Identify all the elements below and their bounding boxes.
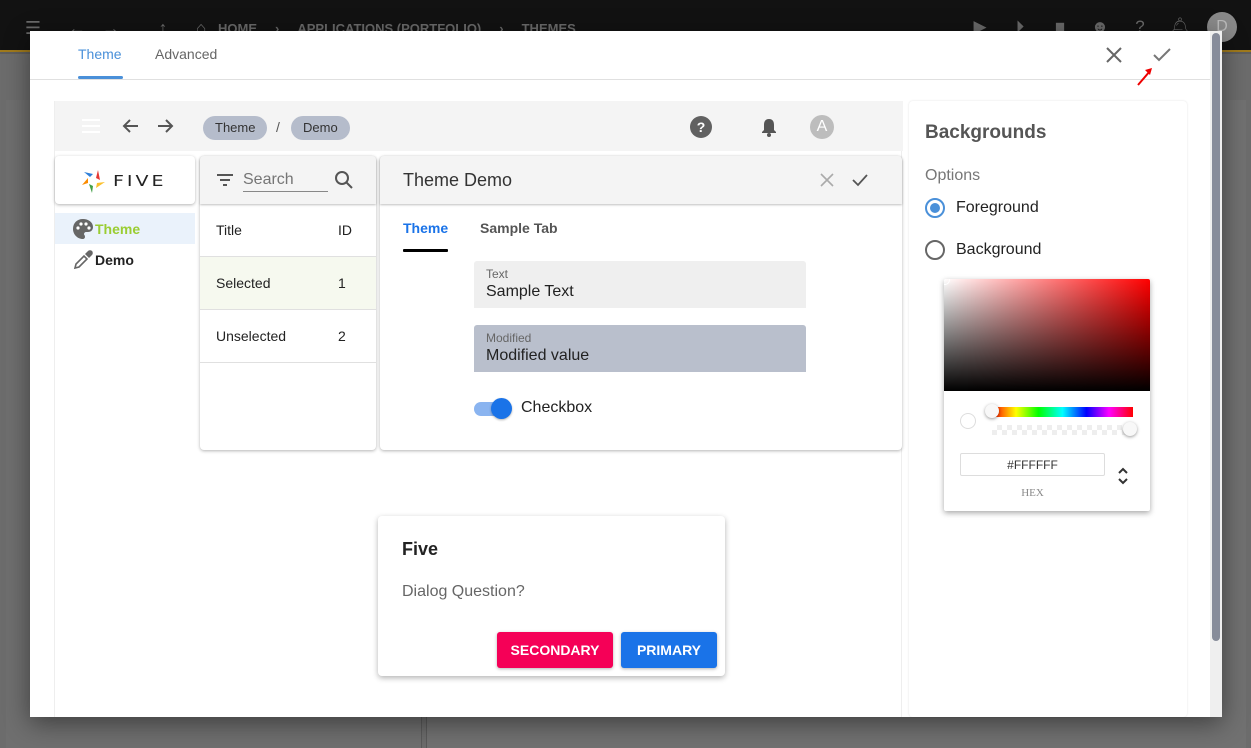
checkbox-toggle[interactable]: [474, 397, 512, 419]
list-column-header: Title ID: [200, 204, 376, 257]
help-icon[interactable]: ?: [690, 116, 712, 138]
menu-item-demo[interactable]: Demo: [55, 244, 195, 275]
menu-item-label: Theme: [95, 220, 141, 237]
radio-background[interactable]: Background: [925, 240, 1041, 260]
red-pointer-arrow-icon: [1137, 68, 1152, 86]
record-list-card: Title ID Selected 1 Unselected 2: [200, 156, 376, 450]
radio-label: Background: [956, 241, 1042, 258]
text-field[interactable]: Text Sample Text: [474, 261, 806, 308]
breadcrumb-separator: /: [276, 119, 280, 135]
radio-selected-icon[interactable]: [925, 198, 945, 218]
panel-title: Backgrounds: [925, 122, 1047, 143]
preview-top-bar: Theme / Demo ? A: [55, 101, 903, 151]
hue-slider[interactable]: [992, 407, 1133, 417]
sample-dialog: Five Dialog Question? SECONDARY PRIMARY: [378, 516, 725, 676]
dialog-message: Dialog Question?: [402, 583, 525, 600]
hue-slider-handle[interactable]: [985, 404, 999, 418]
saturation-area[interactable]: [944, 279, 1150, 391]
menu-item-label: Demo: [95, 251, 134, 268]
breadcrumb-chip-theme[interactable]: Theme: [203, 116, 268, 140]
cell-id: 1: [338, 275, 346, 291]
column-id[interactable]: ID: [338, 222, 352, 238]
tab-theme[interactable]: Theme: [78, 46, 122, 62]
toggle-label: Checkbox: [521, 399, 593, 416]
breadcrumb-chip-demo[interactable]: Demo: [291, 116, 350, 140]
primary-button[interactable]: PRIMARY: [621, 632, 717, 668]
form-tab-indicator: [403, 249, 448, 252]
list-header: [200, 156, 376, 204]
hex-mode-label: HEX: [1021, 487, 1044, 499]
forward-arrow-icon[interactable]: [155, 116, 175, 136]
cell-title: Unselected: [216, 328, 287, 344]
scrollbar-thumb[interactable]: [1212, 33, 1220, 641]
alpha-slider-handle[interactable]: [1123, 422, 1137, 436]
confirm-check-icon[interactable]: [1150, 43, 1174, 67]
cell-id: 2: [338, 328, 346, 344]
hamburger-menu-icon[interactable]: [81, 117, 101, 135]
radio-unselected-icon[interactable]: [925, 240, 945, 260]
modal-scrollbar[interactable]: [1210, 31, 1222, 717]
field-label: Text: [486, 267, 509, 281]
palette-icon: [73, 218, 93, 239]
options-label: Options: [925, 167, 981, 184]
theme-editor-modal: Theme Advanced Theme / Demo ? A FIVE The…: [30, 31, 1222, 717]
field-label: Modified: [486, 331, 532, 345]
form-card: Theme Demo Theme Sample Tab Text Sample …: [380, 156, 902, 450]
hex-input[interactable]: [960, 453, 1105, 476]
form-header: Theme Demo: [380, 156, 902, 204]
theme-preview: Theme / Demo ? A FIVE Theme Demo Search …: [54, 101, 903, 717]
tab-advanced[interactable]: Advanced: [155, 46, 217, 62]
notification-bell-icon[interactable]: [758, 116, 780, 138]
search-input[interactable]: [243, 168, 328, 192]
five-logo-mark-icon: [82, 170, 105, 193]
close-icon[interactable]: [1102, 43, 1126, 67]
filter-icon[interactable]: [215, 170, 235, 190]
five-logo: FIVE: [81, 168, 167, 194]
modal-tab-bar: Theme Advanced: [30, 31, 1210, 86]
color-preview-swatch: [960, 413, 976, 429]
mode-toggle-chevrons-icon[interactable]: [1116, 465, 1130, 487]
cell-title: Selected: [216, 275, 271, 291]
modified-field[interactable]: Modified Modified value: [474, 325, 806, 372]
list-row-selected[interactable]: Selected 1: [200, 257, 376, 310]
back-arrow-icon[interactable]: [121, 116, 141, 136]
form-tab-theme[interactable]: Theme: [403, 220, 448, 236]
alpha-slider[interactable]: [992, 425, 1133, 435]
confirm-check-icon[interactable]: [850, 170, 870, 190]
field-value: Sample Text: [486, 283, 574, 300]
radio-label: Foreground: [956, 199, 1039, 216]
column-title[interactable]: Title: [216, 222, 242, 238]
close-icon[interactable]: [817, 170, 837, 190]
dialog-title: Five: [402, 539, 439, 559]
toggle-knob: [491, 398, 512, 419]
saturation-handle[interactable]: [944, 279, 950, 285]
logo-card: FIVE: [55, 156, 195, 204]
color-picker: HEX: [944, 279, 1150, 511]
secondary-button[interactable]: SECONDARY: [497, 632, 613, 668]
five-logo-text: FIVE: [113, 172, 167, 190]
menu-item-theme[interactable]: Theme: [55, 213, 195, 244]
backgrounds-panel: Backgrounds Options Foreground Backgroun…: [909, 101, 1187, 717]
eyedropper-icon: [73, 249, 93, 269]
field-value: Modified value: [486, 347, 590, 364]
preview-avatar[interactable]: A: [810, 115, 834, 139]
form-tab-sample[interactable]: Sample Tab: [480, 220, 558, 236]
active-tab-indicator: [78, 76, 123, 79]
list-row-unselected[interactable]: Unselected 2: [200, 310, 376, 363]
form-title: Theme Demo: [403, 170, 513, 190]
search-icon[interactable]: [333, 169, 355, 191]
radio-foreground[interactable]: Foreground: [925, 198, 1039, 218]
